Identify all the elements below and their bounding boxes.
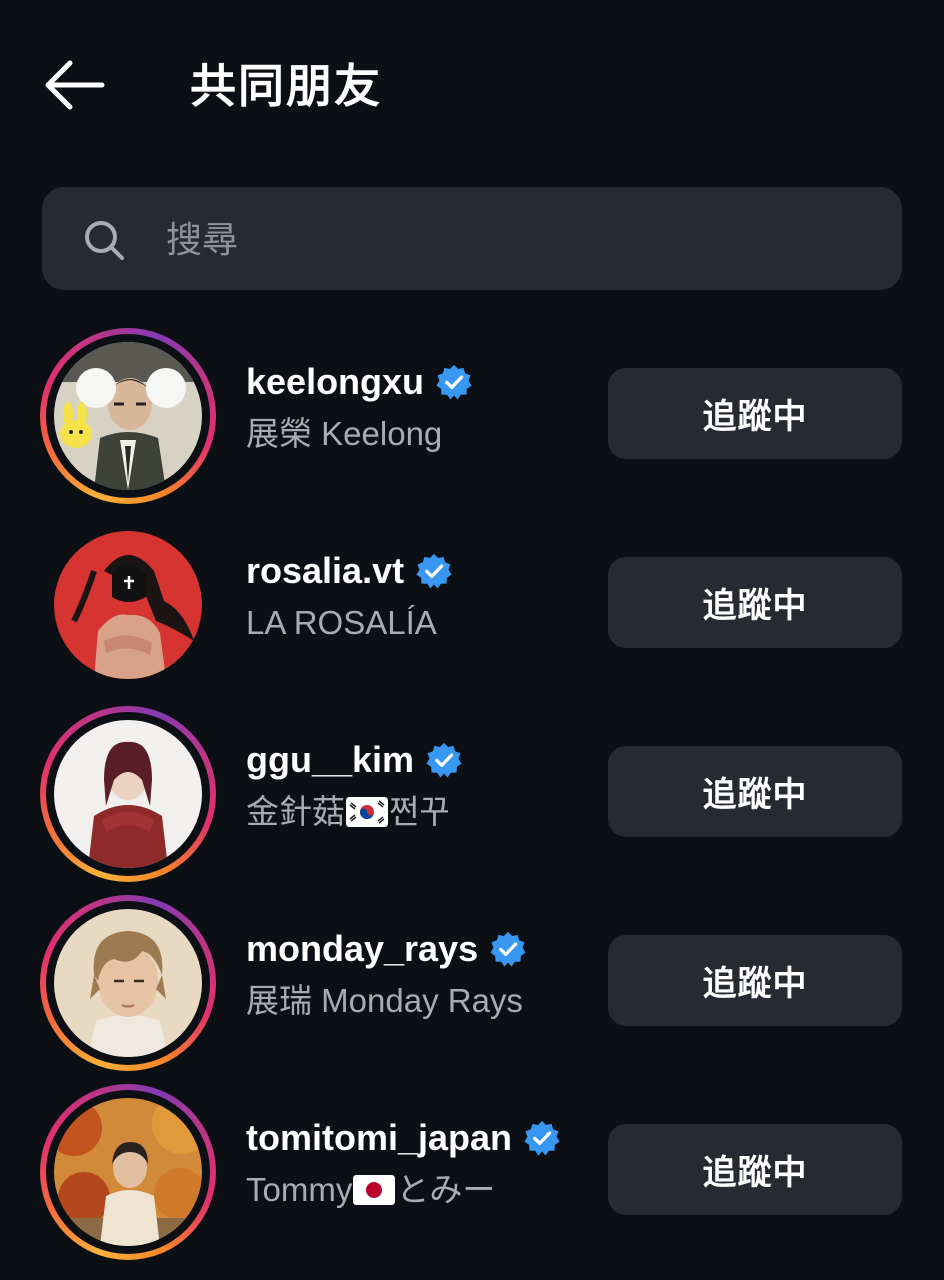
following-button[interactable]: 追蹤中	[608, 746, 902, 837]
following-button[interactable]: 追蹤中	[608, 368, 902, 459]
verified-badge-icon	[436, 364, 472, 400]
full-name: LA ROSALÍA	[246, 604, 437, 641]
username[interactable]: monday_rays	[246, 928, 478, 970]
arrow-left-icon	[45, 60, 105, 110]
full-name-part: 金針菇	[246, 793, 345, 830]
verified-badge-icon	[524, 1120, 560, 1156]
following-button[interactable]: 追蹤中	[608, 935, 902, 1026]
avatar-story-ring[interactable]	[40, 706, 216, 882]
full-name-part: とみー	[396, 1171, 496, 1208]
avatar	[54, 531, 202, 679]
verified-badge-icon	[490, 931, 526, 967]
username[interactable]: tomitomi_japan	[246, 1117, 512, 1159]
avatar	[54, 1098, 202, 1246]
full-name-part: 쩐꾸	[389, 793, 450, 830]
user-row-ggu-kim[interactable]: ggu__kim 金針菇쩐꾸 🇰🇷 追蹤中	[0, 706, 944, 895]
avatar	[54, 720, 202, 868]
user-row-keelongxu[interactable]: keelongxu 展榮 Keelong 追蹤中	[0, 328, 944, 517]
full-name: 金針菇쩐꾸 🇰🇷	[246, 790, 450, 834]
search-icon	[85, 221, 124, 260]
verified-badge-icon	[426, 742, 462, 778]
south-korea-flag-icon	[346, 797, 388, 827]
back-button[interactable]	[40, 58, 106, 112]
username[interactable]: rosalia.vt	[246, 550, 404, 592]
full-name: Tommyとみー 🇯🇵	[246, 1168, 495, 1212]
avatar-story-ring[interactable]	[40, 895, 216, 1071]
full-name: 展榮 Keelong	[246, 415, 443, 452]
following-button[interactable]: 追蹤中	[608, 557, 902, 648]
full-name: 展瑞 Monday Rays	[246, 982, 523, 1019]
user-row-tomitomi-japan[interactable]: tomitomi_japan Tommyとみー 🇯🇵 追蹤中	[0, 1084, 944, 1273]
full-name-part: Tommy	[246, 1171, 353, 1208]
following-button[interactable]: 追蹤中	[608, 1124, 902, 1215]
user-row-rosalia-vt[interactable]: rosalia.vt LA ROSALÍA 追蹤中	[0, 517, 944, 706]
username[interactable]: keelongxu	[246, 361, 424, 403]
avatar-container[interactable]	[40, 517, 216, 693]
search-input[interactable]	[166, 212, 846, 268]
verified-badge-icon	[416, 553, 452, 589]
avatar	[54, 342, 202, 490]
page-title: 共同朋友	[190, 59, 382, 113]
user-row-monday-rays[interactable]: monday_rays 展瑞 Monday Rays 追蹤中	[0, 895, 944, 1084]
avatar	[54, 909, 202, 1057]
avatar-story-ring[interactable]	[40, 328, 216, 504]
header-bar: 共同朋友	[0, 0, 944, 170]
avatar-story-ring[interactable]	[40, 1084, 216, 1260]
japan-flag-icon	[353, 1175, 396, 1205]
username[interactable]: ggu__kim	[246, 739, 414, 781]
